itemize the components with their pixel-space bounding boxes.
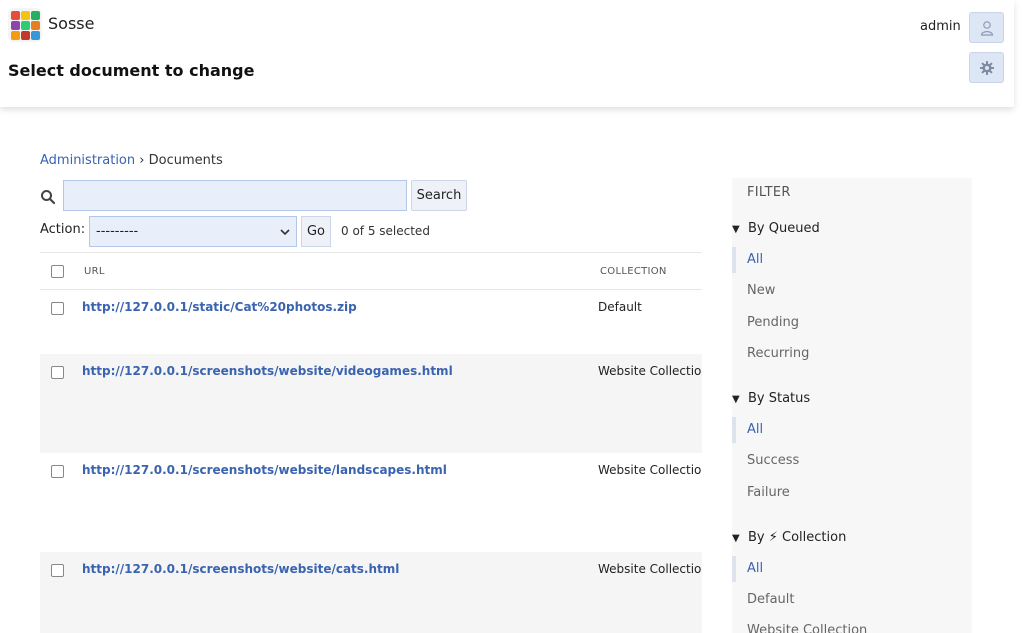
table-header: URL COLLECTION xyxy=(40,252,702,290)
filter-group-status[interactable]: ▼ By Status xyxy=(732,391,810,406)
filter-queued-pending[interactable]: Pending xyxy=(732,310,972,336)
breadcrumb-administration[interactable]: Administration xyxy=(40,153,135,168)
action-label: Action: xyxy=(40,222,86,237)
filter-status-failure[interactable]: Failure xyxy=(732,480,972,506)
filter-collection-default[interactable]: Default xyxy=(732,587,972,613)
row-checkbox[interactable] xyxy=(51,302,64,315)
row-checkbox[interactable] xyxy=(51,465,64,478)
column-header-url[interactable]: URL xyxy=(84,266,105,277)
action-select[interactable]: --------- xyxy=(89,216,297,247)
filter-group-title: By ⚡ Collection xyxy=(748,530,847,545)
filter-queued-all[interactable]: All xyxy=(732,247,972,273)
user-button[interactable] xyxy=(969,12,1004,43)
filter-group-queued[interactable]: ▼ By Queued xyxy=(732,221,820,236)
triangle-down-icon: ▼ xyxy=(732,533,740,544)
filter-collection-website[interactable]: Website Collection xyxy=(732,618,972,633)
search-icon xyxy=(40,189,56,205)
document-url-link[interactable]: http://127.0.0.1/static/Cat%20photos.zip xyxy=(82,300,357,314)
header: Sosse Select document to change admin xyxy=(0,0,1014,107)
search-button[interactable]: Search xyxy=(411,180,467,211)
filter-sidebar: FILTER ▼ By Queued All New Pending Recurr… xyxy=(732,178,972,633)
selected-count: 0 of 5 selected xyxy=(341,224,430,238)
triangle-down-icon: ▼ xyxy=(732,394,740,405)
document-collection: Website Collection xyxy=(598,463,702,477)
table-row: http://127.0.0.1/screenshots/website/lan… xyxy=(40,453,702,552)
table-row: http://127.0.0.1/static/Cat%20photos.zip… xyxy=(40,290,702,354)
filter-status-success[interactable]: Success xyxy=(732,448,972,474)
filter-title: FILTER xyxy=(747,185,791,200)
sosse-logo-icon[interactable] xyxy=(8,8,42,42)
document-url-link[interactable]: http://127.0.0.1/screenshots/website/cat… xyxy=(82,562,399,576)
filter-queued-new[interactable]: New xyxy=(732,278,972,304)
documents-table: URL COLLECTION http://127.0.0.1/static/C… xyxy=(40,252,702,633)
triangle-down-icon: ▼ xyxy=(732,224,740,235)
page-title: Select document to change xyxy=(8,61,255,80)
user-icon xyxy=(980,20,993,36)
filter-group-title: By Status xyxy=(748,391,811,406)
row-checkbox[interactable] xyxy=(51,564,64,577)
table-row: http://127.0.0.1/screenshots/website/vid… xyxy=(40,354,702,453)
table-row: http://127.0.0.1/screenshots/website/cat… xyxy=(40,552,702,633)
search-input[interactable] xyxy=(63,180,407,211)
settings-button[interactable] xyxy=(969,52,1004,83)
document-collection: Website Collection xyxy=(598,562,702,576)
gear-icon xyxy=(979,60,994,75)
column-header-collection[interactable]: COLLECTION xyxy=(600,266,667,277)
document-collection: Default xyxy=(598,300,642,314)
action-select-value: --------- xyxy=(96,224,139,239)
breadcrumb-current: Documents xyxy=(148,153,223,168)
go-button[interactable]: Go xyxy=(301,216,331,247)
breadcrumb-separator: › xyxy=(139,153,145,168)
filter-group-collection[interactable]: ▼ By ⚡ Collection xyxy=(732,530,846,545)
filter-queued-recurring[interactable]: Recurring xyxy=(732,341,972,367)
breadcrumb: Administration › Documents xyxy=(40,153,223,168)
user-name: admin xyxy=(920,19,961,34)
chevron-down-icon xyxy=(280,228,290,235)
select-all-checkbox[interactable] xyxy=(51,265,64,278)
filter-group-title: By Queued xyxy=(748,221,820,236)
document-url-link[interactable]: http://127.0.0.1/screenshots/website/lan… xyxy=(82,463,447,477)
document-url-link[interactable]: http://127.0.0.1/screenshots/website/vid… xyxy=(82,364,453,378)
brand-name[interactable]: Sosse xyxy=(48,14,94,33)
document-collection: Website Collection xyxy=(598,364,702,378)
filter-status-all[interactable]: All xyxy=(732,417,972,443)
row-checkbox[interactable] xyxy=(51,366,64,379)
filter-collection-all[interactable]: All xyxy=(732,556,972,582)
